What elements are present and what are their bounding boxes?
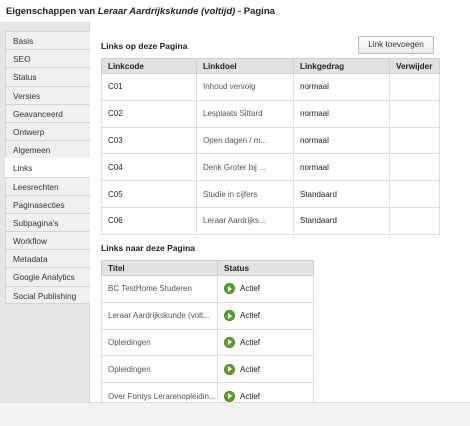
link-code: C06 xyxy=(101,206,197,235)
status-indicator: Actief xyxy=(224,336,261,348)
sidebar-item-ontwerp[interactable]: Ontwerp xyxy=(5,121,90,141)
play-icon xyxy=(224,336,235,348)
play-icon xyxy=(224,363,235,375)
links-col-header: Verwijder xyxy=(389,58,440,74)
play-triangle xyxy=(228,339,232,346)
title-page-name: Leraar Aardrijkskunde (voltijd) xyxy=(97,6,236,17)
link-code: C05 xyxy=(101,180,197,208)
status-indicator: Actief xyxy=(224,283,261,295)
backlink-status: Actief xyxy=(217,275,314,303)
link-behavior: normaal xyxy=(293,153,390,182)
add-link-button[interactable]: Link toevoegen xyxy=(358,36,434,54)
play-triangle xyxy=(228,312,232,319)
backlink-title[interactable]: BC TestHome Studeren xyxy=(101,275,218,303)
backlink-title[interactable]: Over Fontys Lerarenopleidin... xyxy=(101,382,218,402)
backlink-title[interactable]: Opleidingen xyxy=(101,328,218,357)
backlink-status: Actief xyxy=(217,382,314,402)
links-col-header: Linkdoel xyxy=(196,58,294,74)
link-behavior: normaal xyxy=(293,126,390,155)
link-target: Lesplaats Sittard xyxy=(196,99,294,128)
sidebar-item-links[interactable]: Links xyxy=(5,158,91,177)
backlinks-col-header: Status xyxy=(217,260,314,276)
status-label: Actief xyxy=(240,311,261,321)
sidebar-menu: Basis SEO Status Versies Geavanceerd Ontwerp A… xyxy=(0,22,91,304)
delete-cell[interactable] xyxy=(389,153,440,182)
backlink-title[interactable]: Leraar Aardrijkskunde (volt... xyxy=(101,301,218,330)
table-row[interactable]: C06 Leraar Aardrijks... Standaard xyxy=(101,206,440,235)
window-title: Eigenschappen van Leraar Aardrijkskunde … xyxy=(0,0,470,22)
status-indicator: Actief xyxy=(224,390,261,402)
delete-cell[interactable] xyxy=(389,126,440,155)
link-target: Leraar Aardrijks... xyxy=(196,206,294,235)
links-col-header: Linkgedrag xyxy=(293,58,390,74)
link-code: C03 xyxy=(101,126,197,155)
link-target: Studie in cijfers xyxy=(196,180,294,208)
table-row[interactable]: Leraar Aardrijkskunde (volt... Actief xyxy=(101,301,314,330)
sidebar: Basis SEO Status Versies Geavanceerd Ontwerp A… xyxy=(0,22,91,402)
sidebar-item-algemeen[interactable]: Algemeen xyxy=(5,140,90,159)
sidebar-item-status[interactable]: Status xyxy=(5,67,90,86)
backlinks-section-title: Links naar deze Pagina xyxy=(101,243,196,253)
link-behavior: Standaard xyxy=(293,180,390,208)
sidebar-item-seo[interactable]: SEO xyxy=(5,49,90,68)
table-row[interactable]: Opleidingen Actief xyxy=(101,355,314,384)
status-label: Actief xyxy=(240,337,261,347)
delete-cell[interactable] xyxy=(389,206,440,235)
link-code: C02 xyxy=(101,99,197,128)
link-code: C01 xyxy=(101,73,197,101)
sidebar-item-paginasecties[interactable]: Paginasecties xyxy=(5,194,90,213)
link-target: Inhoud vervolg xyxy=(196,73,294,101)
sidebar-item-basis[interactable]: Basis xyxy=(5,31,90,50)
table-row[interactable]: Opleidingen Actief xyxy=(101,328,314,357)
links-section-title: Links op deze Pagina xyxy=(101,41,188,51)
table-row[interactable]: BC TestHome Studeren Actief xyxy=(101,275,314,303)
backlinks-col-header: Titel xyxy=(101,260,218,276)
play-triangle xyxy=(228,393,232,400)
dialog-footer xyxy=(0,402,470,426)
main-panel: Links op deze Pagina Link toevoegen Link… xyxy=(91,22,470,402)
sidebar-item-social-publishing[interactable]: Social Publishing xyxy=(5,285,90,304)
sidebar-item-google-analytics[interactable]: Google Analytics xyxy=(5,267,90,286)
play-triangle xyxy=(228,366,232,373)
link-target: Denk Groter bij ... xyxy=(196,153,294,182)
status-indicator: Actief xyxy=(224,310,261,322)
status-label: Actief xyxy=(240,391,261,401)
status-label: Actief xyxy=(240,364,261,374)
backlinks-table: Titel Status BC TestHome Studeren Actief Le… xyxy=(101,260,314,402)
link-code: C04 xyxy=(101,153,197,182)
status-label: Actief xyxy=(240,284,261,294)
play-icon xyxy=(224,283,235,295)
play-icon xyxy=(224,310,235,322)
backlink-title[interactable]: Opleidingen xyxy=(101,355,218,384)
backlink-status: Actief xyxy=(217,328,314,357)
play-triangle xyxy=(228,285,232,292)
links-col-header: Linkcode xyxy=(101,58,197,74)
delete-cell[interactable] xyxy=(389,99,440,128)
table-row[interactable]: C02 Lesplaats Sittard normaal xyxy=(101,99,440,128)
sidebar-item-subpagina-s[interactable]: Subpagina's xyxy=(5,212,90,232)
table-row[interactable]: C05 Studie in cijfers Standaard xyxy=(101,180,440,208)
link-behavior: Standaard xyxy=(293,206,390,235)
backlink-status: Actief xyxy=(217,355,314,384)
delete-cell[interactable] xyxy=(389,180,440,208)
title-prefix: Eigenschappen van xyxy=(6,6,98,17)
delete-cell[interactable] xyxy=(389,73,440,101)
sidebar-item-leesrechten[interactable]: Leesrechten xyxy=(5,176,90,195)
status-indicator: Actief xyxy=(224,363,261,375)
backlink-status: Actief xyxy=(217,301,314,330)
sidebar-item-metadata[interactable]: Metadata xyxy=(5,249,90,268)
links-table: Linkcode Linkdoel Linkgedrag Verwijder C01 I… xyxy=(101,58,440,235)
table-row[interactable]: C03 Open dagen / m... normaal xyxy=(101,126,440,155)
play-icon xyxy=(224,390,235,402)
table-row[interactable]: C01 Inhoud vervolg normaal xyxy=(101,73,440,101)
sidebar-item-versies[interactable]: Versies xyxy=(5,85,90,104)
sidebar-item-workflow[interactable]: Workflow xyxy=(5,231,90,250)
table-row[interactable]: C04 Denk Groter bij ... normaal xyxy=(101,153,440,182)
sidebar-item-geavanceerd[interactable]: Geavanceerd xyxy=(5,103,90,122)
link-target: Open dagen / m... xyxy=(196,126,294,155)
link-behavior: normaal xyxy=(293,99,390,128)
table-row[interactable]: Over Fontys Lerarenopleidin... Actief xyxy=(101,382,314,402)
title-suffix: - Pagina xyxy=(235,6,275,17)
link-behavior: normaal xyxy=(293,73,390,101)
